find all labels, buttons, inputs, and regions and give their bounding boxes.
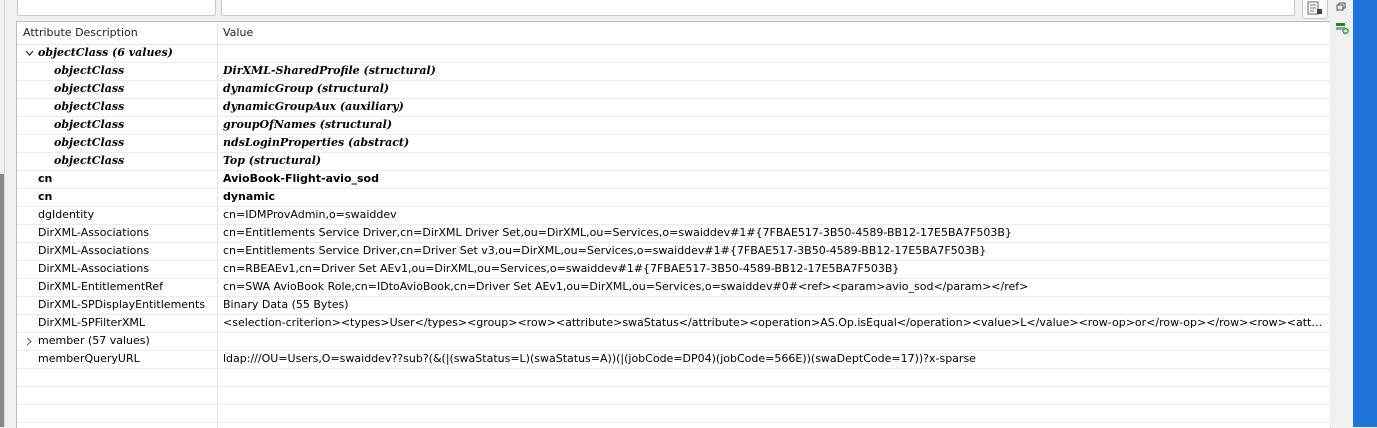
add-attribute-button[interactable]: [1335, 21, 1349, 35]
table-row[interactable]: objectClass groupOfNames (structural): [17, 116, 1330, 135]
table-row[interactable]: DirXML-SPDisplayEntitlements Binary Data …: [17, 296, 1330, 315]
left-scrollbar[interactable]: [0, 174, 4, 427]
right-toolbar: [1330, 0, 1353, 427]
attribute-cell: objectClass: [17, 62, 215, 80]
table-row[interactable]: memberQueryURL ldap:///OU=Users,O=swaidde…: [17, 350, 1330, 369]
attribute-name: DirXML-Associations: [38, 262, 150, 275]
attribute-cell: DirXML-Associations: [17, 224, 215, 242]
attribute-value: ldap:///OU=Users,O=swaiddev??sub?(&(|(sw…: [223, 352, 976, 365]
properties-icon: [1307, 1, 1322, 14]
attribute-cell: objectClass (6 values): [17, 44, 215, 62]
empty-row: [17, 404, 1330, 423]
attribute-cell: DirXML-Associations: [17, 242, 215, 260]
attribute-value: dynamicGroupAux (auxiliary): [223, 100, 404, 113]
restore-window-button[interactable]: [1330, 0, 1353, 17]
table-row[interactable]: objectClass Top (structural): [17, 152, 1330, 171]
attribute-cell: objectClass: [17, 116, 215, 134]
left-edge: [4, 0, 5, 427]
attribute-value: Top (structural): [223, 154, 322, 167]
attribute-name: DirXML-SPFilterXML: [38, 316, 145, 329]
table-row[interactable]: dgIdentity cn=IDMProvAdmin,o=swaiddev: [17, 206, 1330, 225]
attribute-value: cn=IDMProvAdmin,o=swaiddev: [223, 208, 397, 221]
attribute-name: objectClass: [54, 64, 125, 77]
attribute-name: cn: [38, 190, 53, 203]
table-row[interactable]: cn AvioBook-Flight-avio_sod: [17, 170, 1330, 189]
attribute-value: DirXML-SharedProfile (structural): [223, 64, 436, 77]
table-row[interactable]: DirXML-Associations cn=Entitlements Servi…: [17, 242, 1330, 261]
add-attribute-icon: [1336, 23, 1349, 35]
attribute-value: cn=Entitlements Service Driver,cn=DirXML…: [223, 226, 1012, 239]
attribute-name: objectClass: [54, 136, 125, 149]
table-row[interactable]: objectClass dynamicGroup (structural): [17, 80, 1330, 99]
attribute-cell: DirXML-Associations: [17, 260, 215, 278]
side-panel-bar: [1353, 0, 1377, 427]
attribute-cell: objectClass: [17, 134, 215, 152]
attribute-name: objectClass: [54, 118, 125, 131]
attribute-cell: objectClass: [17, 80, 215, 98]
attribute-value: dynamic: [223, 190, 276, 203]
table-row[interactable]: DirXML-Associations cn=Entitlements Servi…: [17, 224, 1330, 243]
table-row[interactable]: objectClass ndsLoginProperties (abstract): [17, 134, 1330, 153]
attribute-cell: member (57 values): [17, 332, 215, 350]
attribute-value: [223, 332, 1323, 350]
attribute-name: cn: [38, 172, 53, 185]
attribute-cell: dgIdentity: [17, 206, 215, 224]
table-header: Attribute Description Value: [17, 22, 1330, 45]
properties-button[interactable]: [1302, 0, 1328, 19]
empty-row: [17, 386, 1330, 405]
attribute-cell: DirXML-SPDisplayEntitlements: [17, 296, 215, 314]
table-row[interactable]: cn dynamic: [17, 188, 1330, 207]
attribute-cell: memberQueryURL: [17, 350, 215, 368]
attribute-value: cn=RBEAEv1,cn=Driver Set AEv1,ou=DirXML,…: [223, 262, 900, 275]
attribute-cell: DirXML-SPFilterXML: [17, 314, 215, 332]
attribute-name: DirXML-SPDisplayEntitlements: [38, 298, 206, 311]
attribute-cell: DirXML-EntitlementRef: [17, 278, 215, 296]
table-row[interactable]: objectClass dynamicGroupAux (auxiliary): [17, 98, 1330, 117]
attribute-name: DirXML-EntitlementRef: [38, 280, 163, 293]
attribute-value: dynamicGroup (structural): [223, 82, 390, 95]
table-row[interactable]: objectClass DirXML-SharedProfile (structu…: [17, 62, 1330, 81]
attribute-name: objectClass: [54, 154, 125, 167]
attribute-name: objectClass: [54, 100, 125, 113]
table-row[interactable]: DirXML-Associations cn=RBEAEv1,cn=Driver …: [17, 260, 1330, 279]
table-row[interactable]: objectClass (6 values): [17, 44, 1330, 63]
top-toolbar: [0, 0, 1330, 19]
attribute-cell: cn: [17, 188, 215, 206]
attribute-cell: cn: [17, 170, 215, 188]
restore-window-icon: [1336, 2, 1346, 11]
attribute-cell: objectClass: [17, 98, 215, 116]
attribute-value: <selection-criterion><types>User</types>…: [223, 316, 1323, 329]
attribute-value: groupOfNames (structural): [223, 118, 393, 131]
attribute-value: cn=SWA AvioBook Role,cn=IDtoAvioBook,cn=…: [223, 280, 1029, 293]
header-attribute-description[interactable]: Attribute Description: [23, 22, 138, 44]
attribute-name: DirXML-Associations: [38, 226, 150, 239]
attribute-name: DirXML-Associations: [38, 244, 150, 257]
attribute-name: member (57 values): [38, 334, 150, 347]
attribute-name: dgIdentity: [38, 208, 95, 221]
empty-row: [17, 368, 1330, 387]
attribute-value: AvioBook-Flight-avio_sod: [223, 172, 379, 185]
attribute-name: objectClass: [54, 82, 125, 95]
filter-input-right[interactable]: [221, 0, 1295, 16]
attribute-value: cn=Entitlements Service Driver,cn=Driver…: [223, 244, 987, 257]
attribute-name: memberQueryURL: [38, 352, 140, 365]
attribute-value: Binary Data (55 Bytes): [223, 298, 349, 311]
attribute-name: objectClass (6 values): [38, 46, 173, 59]
attributes-table: Attribute Description Value objectClass …: [16, 21, 1331, 428]
chevron-right-icon[interactable]: [23, 332, 35, 350]
table-row[interactable]: DirXML-SPFilterXML <selection-criterion><…: [17, 314, 1330, 333]
table-row[interactable]: DirXML-EntitlementRef cn=SWA AvioBook Rol…: [17, 278, 1330, 297]
header-value[interactable]: Value: [223, 22, 253, 44]
chevron-down-icon[interactable]: [23, 44, 35, 62]
attribute-cell: objectClass: [17, 152, 215, 170]
attribute-value: [223, 44, 1323, 62]
attribute-value: ndsLoginProperties (abstract): [223, 136, 410, 149]
filter-input-left[interactable]: [17, 0, 216, 16]
table-row[interactable]: member (57 values): [17, 332, 1330, 351]
